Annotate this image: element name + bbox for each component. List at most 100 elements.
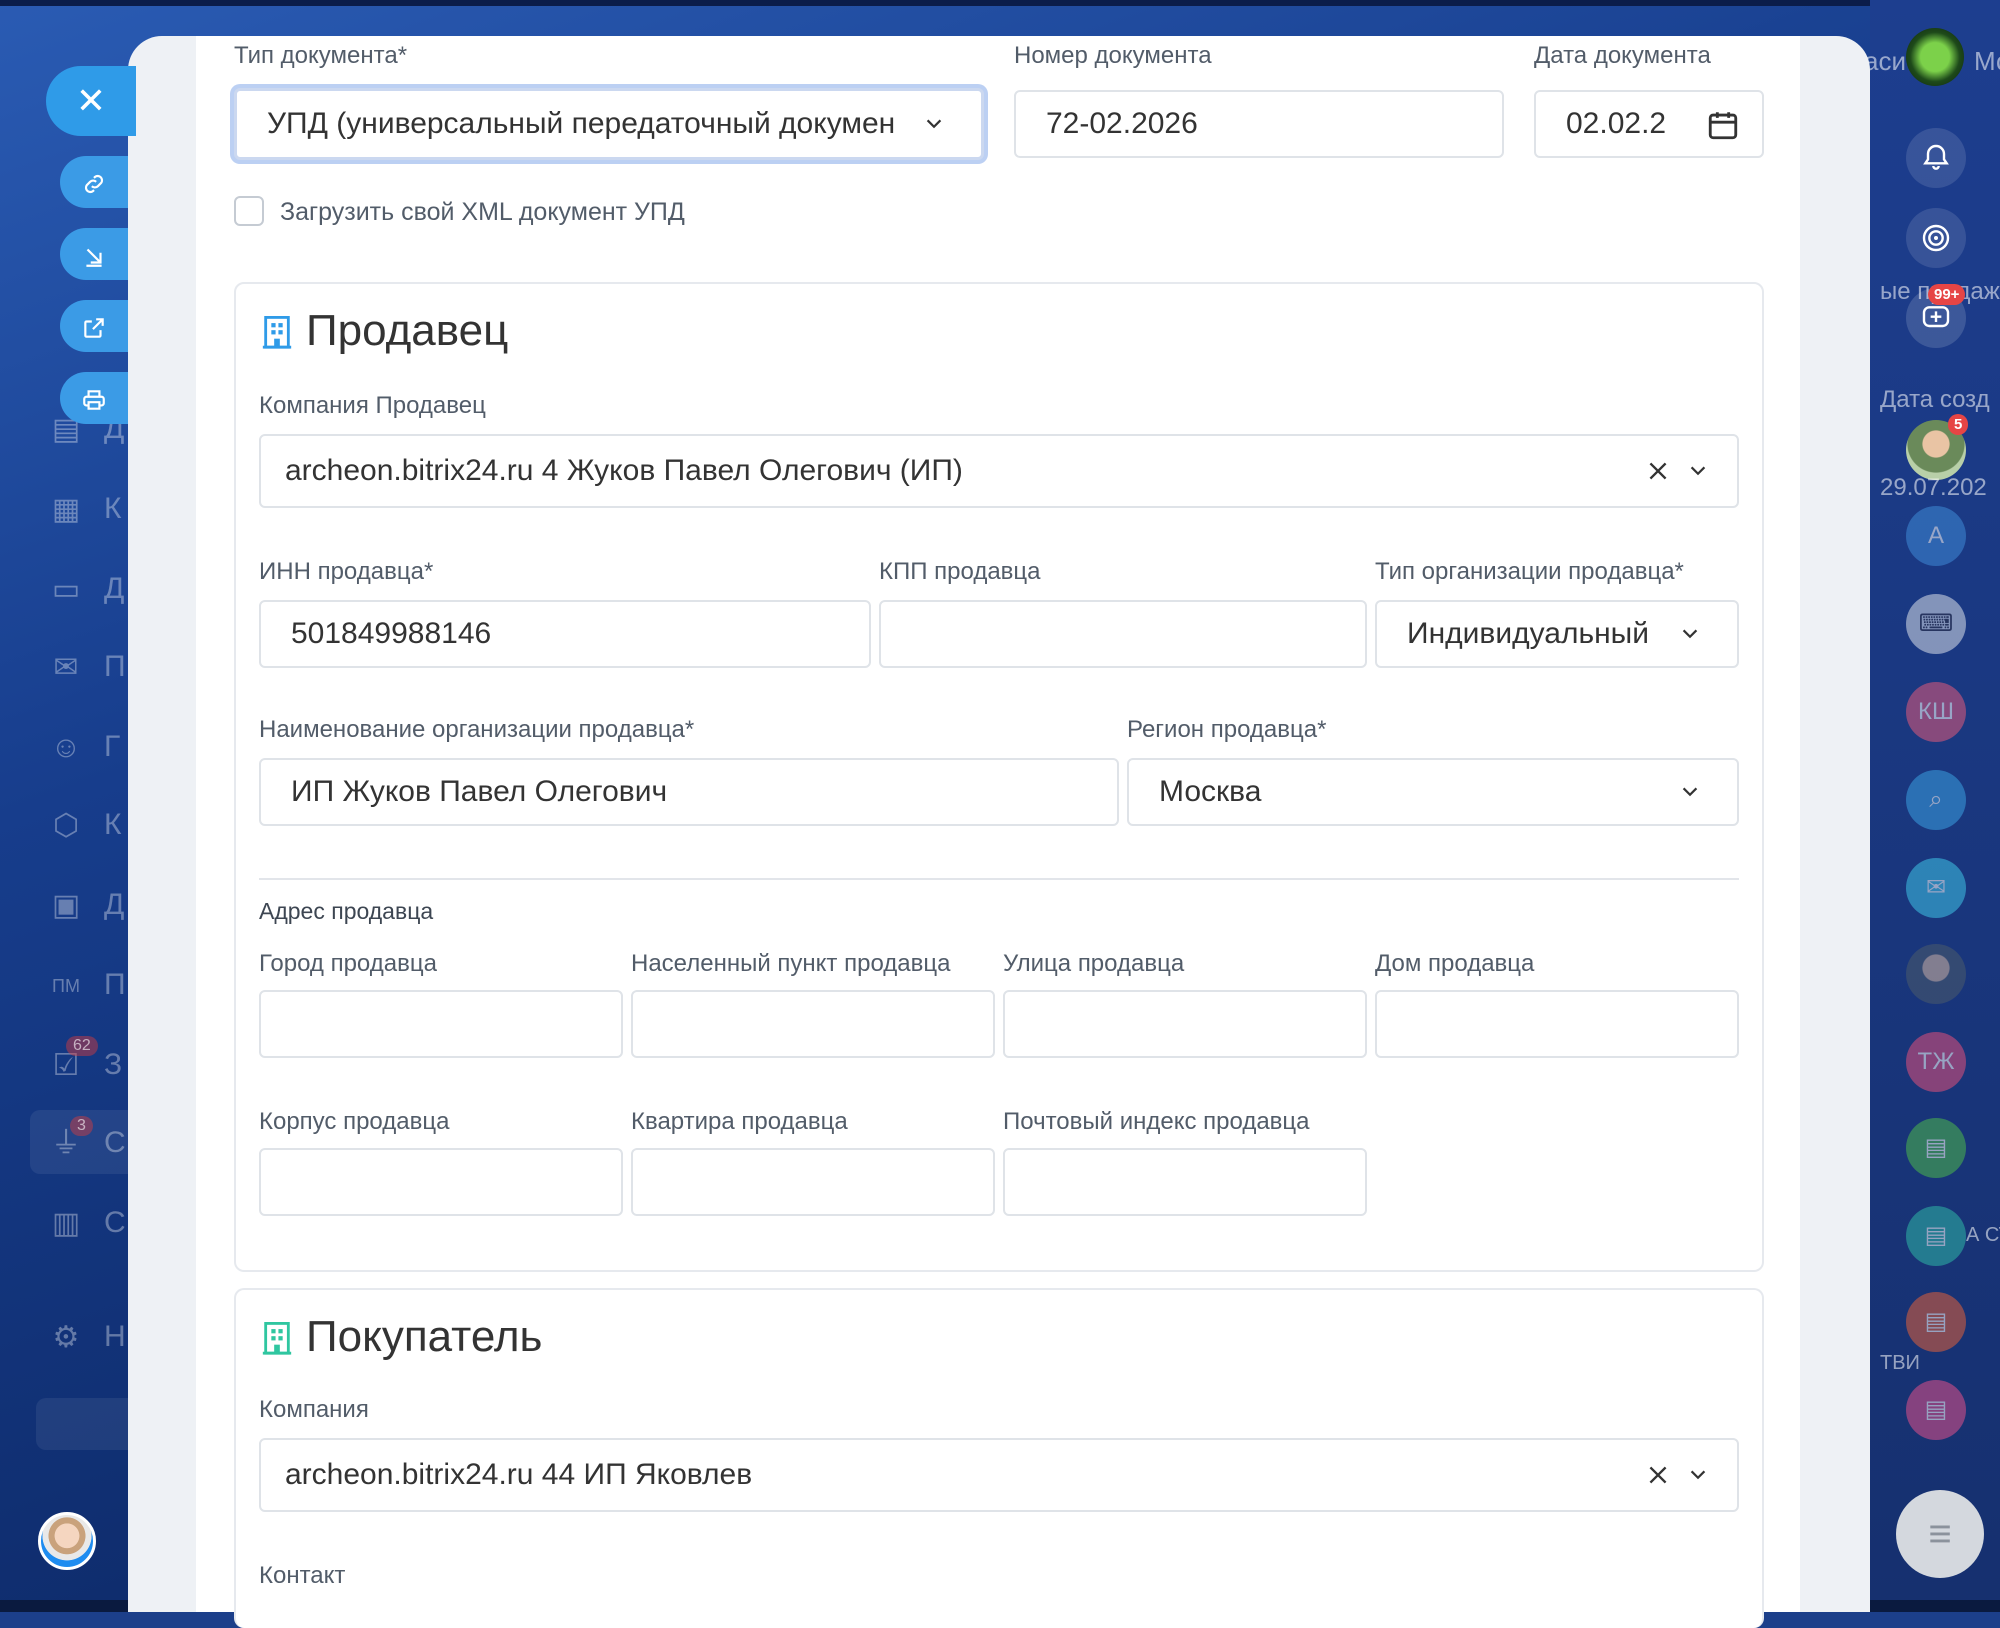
buyer-company-value: archeon.bitrix24.ru 44 ИП Яковлев [285,1458,753,1491]
left-menu-item[interactable]: К [104,808,121,842]
bell-icon[interactable] [1906,128,1966,188]
chevron-down-icon [1682,787,1698,797]
left-menu-item[interactable]: Г [104,730,120,764]
print-button[interactable] [60,372,128,424]
contact-card-icon[interactable]: ▤ [1906,1380,1966,1440]
avatar-badge: 5 [1948,414,1969,435]
seller-org-name-value: ИП Жуков Павел Олегович [291,775,668,808]
person-avatar[interactable] [1906,944,1966,1004]
seller-house-label: Дом продавца [1375,950,1535,977]
gear-icon: ⚙ [52,1321,80,1354]
left-menu-item[interactable]: П [104,968,126,1002]
calendar-icon[interactable] [1706,108,1740,142]
left-menu-item[interactable]: П [104,650,126,684]
chat-menu-button[interactable]: ≡ [1896,1490,1984,1578]
doc-type-label: Тип документа* [234,42,408,69]
left-menu-item[interactable]: С [104,1206,126,1240]
tasks-badge: 62 [66,1036,98,1056]
seller-city-label: Город продавца [259,950,437,977]
seller-street-label: Улица продавца [1003,950,1185,977]
group-icon: ☺ [50,731,82,764]
date-created-header: Дата созд [1880,386,1990,413]
seller-title: Продавец [306,306,509,355]
clear-icon[interactable] [1645,1462,1671,1488]
seller-apartment-label: Квартира продавца [631,1108,848,1135]
messages-icon[interactable]: ✉ [1906,858,1966,918]
external-link-icon [81,311,107,341]
spiral-icon[interactable] [1906,208,1966,268]
doc-type-select[interactable]: УПД (универсальный передаточный докумен [234,88,984,160]
avatar-tzh[interactable]: ТЖ [1906,1032,1966,1092]
building-icon [262,1322,292,1355]
buyer-title: Покупатель [306,1312,543,1361]
contact-card-icon[interactable]: ▤ [1906,1118,1966,1178]
printer-icon [81,383,107,413]
seller-org-type-select[interactable]: Индивидуальный [1375,600,1739,668]
seller-postcode-label: Почтовый индекс продавца [1003,1108,1310,1135]
clear-icon[interactable] [1645,458,1671,484]
doc-date-input[interactable]: 02.02.2 [1534,90,1764,158]
left-menu-item[interactable]: З [104,1048,122,1082]
left-menu-item[interactable]: Д [104,572,124,606]
link-icon [81,167,107,197]
buyer-company-select[interactable]: archeon.bitrix24.ru 44 ИП Яковлев [259,1438,1739,1512]
seller-org-type-label: Тип организации продавца* [1375,558,1684,585]
seller-building-input[interactable] [259,1148,623,1216]
chevron-down-icon[interactable] [1687,1464,1709,1486]
seller-org-name-label: Наименование организации продавца* [259,716,695,743]
seller-org-name-input[interactable]: ИП Жуков Павел Олегович [259,758,1119,826]
close-slider-button[interactable]: ✕ [46,66,136,136]
chevron-down-icon[interactable] [1687,460,1709,482]
seller-region-value: Москва [1159,775,1262,808]
doc-number-value: 72-02.2026 [1046,107,1198,140]
building-icon: ▥ [51,1207,81,1240]
left-menu-item[interactable]: Н [104,1320,126,1354]
left-menu-item[interactable]: К [104,492,121,526]
mail-icon: ✉ [53,651,79,684]
seller-inn-input[interactable]: 501849988146 [259,600,871,668]
date-created-value: 29.07.202 [1880,474,1987,501]
doc-number-input[interactable]: 72-02.2026 [1014,90,1504,158]
search-chat-icon[interactable]: ⌕ [1906,770,1966,830]
seller-postcode-input[interactable] [1003,1148,1367,1216]
seller-region-select[interactable]: Москва [1127,758,1739,826]
seller-company-label: Компания Продавец [259,392,486,419]
seller-house-input[interactable] [1375,990,1739,1058]
chevron-down-icon [926,119,942,129]
chevron-down-icon [1682,629,1698,639]
doc-type-value: УПД (универсальный передаточный докумен [267,107,896,140]
upload-xml-label[interactable]: Загрузить свой XML документ УПД [280,198,685,227]
copy-link-button[interactable] [60,156,128,208]
user-avatar[interactable] [1906,28,1964,86]
seller-kpp-label: КПП продавца [879,558,1041,585]
seller-kpp-input[interactable] [879,600,1367,668]
chat-name-text: ТВИ [1880,1352,1920,1374]
seller-apartment-input[interactable] [631,1148,995,1216]
seller-company-value: archeon.bitrix24.ru 4 Жуков Павел Олегов… [285,454,963,487]
left-menu-item[interactable]: Д [104,888,124,922]
seller-company-select[interactable]: archeon.bitrix24.ru 4 Жуков Павел Олегов… [259,434,1739,508]
avatar-a[interactable]: А [1906,506,1966,566]
seller-city-input[interactable] [259,990,623,1058]
notifications-badge: 99+ [1928,284,1966,305]
left-menu-item[interactable]: С [104,1126,126,1160]
contact-card-icon[interactable]: ▤ [1906,1292,1966,1352]
seller-locality-label: Населенный пункт продавца [631,950,951,977]
seller-locality-input[interactable] [631,990,995,1058]
upload-xml-checkbox[interactable] [234,196,264,226]
buyer-company-label: Компания [259,1396,369,1423]
buyer-contact-label: Контакт [259,1562,346,1589]
address-divider [259,878,1739,880]
doc-date-label: Дата документа [1534,42,1711,69]
doc-date-value: 02.02.2 [1566,107,1667,140]
assistant-avatar[interactable] [38,1512,96,1570]
seller-street-input[interactable] [1003,990,1367,1058]
board-icon: ▣ [51,889,81,922]
avatar-ksh[interactable]: КШ [1906,682,1966,742]
calendar-icon: ▦ [51,493,81,526]
developers-chat-icon[interactable]: ⌨ [1906,594,1966,654]
minimize-button[interactable] [60,228,128,280]
open-new-window-button[interactable] [60,300,128,352]
contact-card-icon[interactable]: ▤ [1906,1206,1966,1266]
chat-preview-text: А СТ [1966,1224,2000,1246]
